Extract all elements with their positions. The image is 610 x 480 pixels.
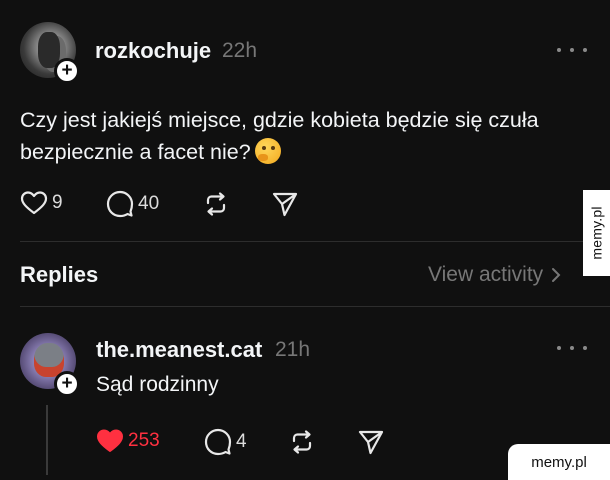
side-watermark-text: memy.pl bbox=[588, 206, 605, 260]
thinking-face-emoji-icon bbox=[254, 138, 281, 164]
reply-share-button[interactable] bbox=[357, 428, 385, 456]
like-count: 9 bbox=[52, 192, 63, 213]
more-icon[interactable] bbox=[557, 343, 587, 353]
comment-icon bbox=[204, 428, 232, 456]
follow-plus-icon[interactable]: + bbox=[54, 58, 80, 84]
reply-username[interactable]: the.meanest.cat bbox=[96, 337, 262, 363]
comment-button[interactable]: 40 bbox=[106, 190, 159, 218]
comment-count: 40 bbox=[138, 193, 160, 214]
post-timestamp: 22h bbox=[222, 39, 258, 62]
reply-like-count: 253 bbox=[128, 430, 160, 451]
view-activity-label: View activity bbox=[428, 263, 544, 286]
view-activity-link[interactable]: View activity bbox=[428, 263, 561, 287]
chevron-right-icon bbox=[552, 268, 561, 282]
side-watermark: memy.pl bbox=[583, 190, 610, 276]
follow-plus-icon[interactable]: + bbox=[54, 371, 80, 397]
heart-icon bbox=[97, 429, 123, 452]
share-icon bbox=[358, 430, 384, 455]
divider bbox=[20, 241, 610, 242]
thread-line bbox=[46, 405, 48, 475]
reply-comment-button[interactable]: 4 bbox=[204, 428, 247, 456]
reply-text: Sąd rodzinny bbox=[96, 373, 219, 396]
replies-heading: Replies bbox=[20, 262, 99, 287]
reply-like-button[interactable]: 253 bbox=[96, 428, 160, 454]
repost-button[interactable] bbox=[202, 190, 230, 218]
reply-comment-count: 4 bbox=[236, 431, 247, 452]
divider bbox=[20, 306, 610, 307]
reply-repost-button[interactable] bbox=[288, 428, 316, 456]
comment-icon bbox=[106, 190, 134, 218]
share-icon bbox=[272, 192, 298, 217]
reply-timestamp: 21h bbox=[275, 338, 311, 361]
repost-icon bbox=[292, 430, 312, 454]
post-text: Czy jest jakiejś miejsce, gdzie kobieta … bbox=[20, 104, 580, 168]
thread-post: + rozkochuje 22h Czy jest jakiejś miejsc… bbox=[0, 0, 610, 240]
more-icon[interactable] bbox=[557, 45, 587, 55]
heart-icon bbox=[20, 191, 48, 215]
repost-icon bbox=[206, 192, 226, 216]
like-button[interactable]: 9 bbox=[20, 190, 63, 216]
post-username[interactable]: rozkochuje bbox=[95, 38, 211, 64]
corner-watermark: memy.pl bbox=[508, 444, 610, 480]
share-button[interactable] bbox=[271, 190, 299, 218]
